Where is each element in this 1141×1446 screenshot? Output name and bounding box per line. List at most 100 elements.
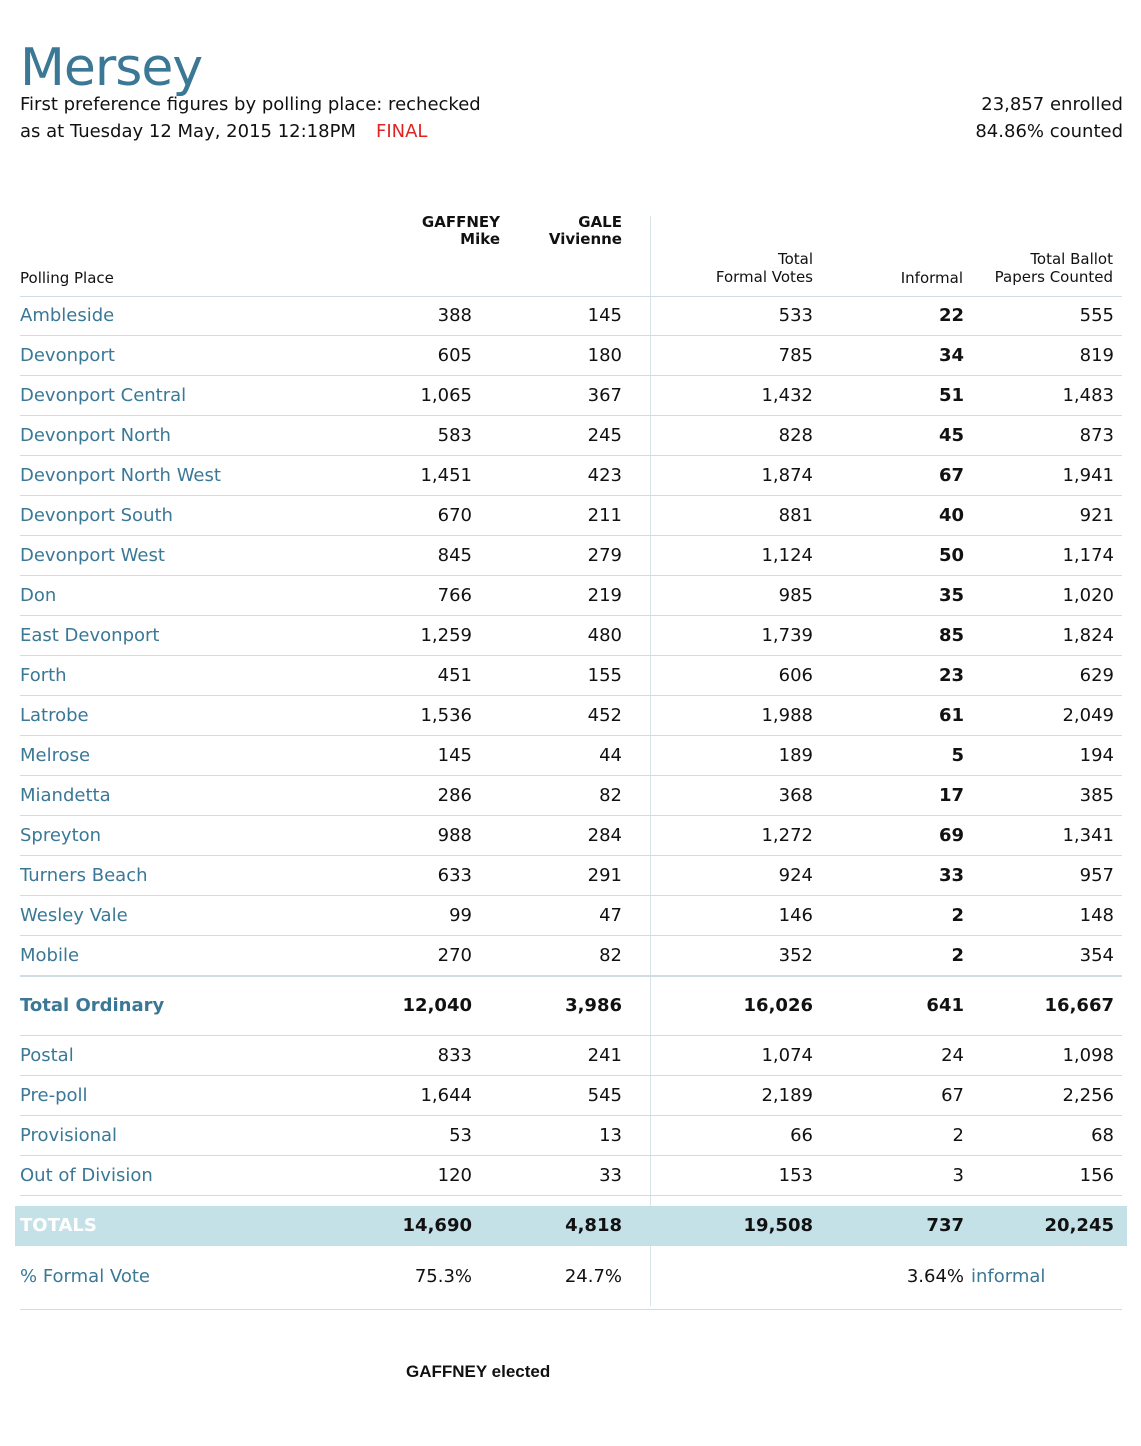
- table-row: Devonport West 845 279 1,124 50 1,174: [20, 536, 1122, 576]
- totals-total: 20,245: [1044, 1215, 1114, 1236]
- as-at-text: as at Tuesday 12 May, 2015 12:18PM: [20, 121, 356, 142]
- polling-place-link[interactable]: Turners Beach: [20, 856, 148, 895]
- table-row: Out of Division 120 33 153 3 156: [20, 1156, 1122, 1196]
- informal-votes: 2: [952, 1125, 964, 1146]
- polling-place-link[interactable]: Miandetta: [20, 776, 111, 815]
- gale-votes: 211: [587, 505, 622, 526]
- polling-place-link[interactable]: Devonport South: [20, 496, 173, 535]
- gaffney-votes: 605: [437, 345, 472, 366]
- informal-votes: 24: [941, 1045, 964, 1066]
- header-gaffney-first: Mike: [460, 230, 500, 248]
- total-ballots: 354: [1079, 945, 1114, 966]
- total-ballots: 2,256: [1062, 1085, 1114, 1106]
- informal-votes: 2: [951, 945, 964, 966]
- polling-place-link[interactable]: East Devonport: [20, 616, 159, 655]
- formal-votes: 368: [778, 785, 813, 806]
- total-ballots: 385: [1079, 785, 1114, 806]
- polling-place-link[interactable]: Out of Division: [20, 1156, 153, 1195]
- informal-votes: 5: [951, 745, 964, 766]
- polling-place-link[interactable]: Spreyton: [20, 816, 101, 855]
- table-row: Don 766 219 985 35 1,020: [20, 576, 1122, 616]
- polling-place-link[interactable]: Don: [20, 576, 56, 615]
- final-status: FINAL: [375, 121, 428, 142]
- informal-votes: 67: [938, 465, 964, 486]
- polling-place-link[interactable]: Devonport Central: [20, 376, 186, 415]
- informal-votes: 51: [938, 385, 964, 406]
- table-row: Turners Beach 633 291 924 33 957: [20, 856, 1122, 896]
- polling-place-link[interactable]: Provisional: [20, 1116, 117, 1155]
- gaffney-votes: 670: [437, 505, 472, 526]
- header-gaffney-surname: GAFFNEY: [421, 213, 500, 231]
- polling-place-link[interactable]: Melrose: [20, 736, 90, 775]
- polling-place-link[interactable]: Pre-poll: [20, 1076, 88, 1115]
- total-ballots: 921: [1079, 505, 1114, 526]
- header-candidate-gaffney: GAFFNEY Mike: [422, 214, 500, 248]
- formal-vote-label: % Formal Vote: [20, 1266, 150, 1287]
- table-row: Devonport North West 1,451 423 1,874 67 1,941: [20, 456, 1122, 496]
- total-ordinary-total: 16,667: [1044, 995, 1114, 1016]
- polling-place-link[interactable]: Mobile: [20, 936, 79, 975]
- total-ballots: 68: [1091, 1125, 1114, 1146]
- gale-votes: 155: [587, 665, 622, 686]
- informal-votes: 45: [938, 425, 964, 446]
- informal-votes: 34: [938, 345, 964, 366]
- table-row: Devonport 605 180 785 34 819: [20, 336, 1122, 376]
- totals-informal: 737: [926, 1215, 964, 1236]
- formal-votes: 1,074: [761, 1045, 813, 1066]
- table-row: Provisional 53 13 66 2 68: [20, 1116, 1122, 1156]
- polling-place-link[interactable]: Devonport North: [20, 416, 171, 455]
- formal-votes: 606: [778, 665, 813, 686]
- informal-votes: 17: [938, 785, 964, 806]
- header-total-formal: Total Formal Votes: [716, 250, 813, 286]
- informal-percent: 3.64%: [906, 1266, 964, 1287]
- totals-gale: 4,818: [565, 1215, 622, 1236]
- gale-votes: 47: [599, 905, 622, 926]
- polling-place-link[interactable]: Devonport North West: [20, 456, 221, 495]
- gale-votes: 423: [587, 465, 622, 486]
- gale-votes: 13: [599, 1125, 622, 1146]
- header-total-line1: Total: [777, 250, 813, 268]
- totals-row: TOTALS 14,690 4,818 19,508 737 20,245: [15, 1206, 1127, 1246]
- gaffney-votes: 451: [437, 665, 472, 686]
- table-row: Devonport South 670 211 881 40 921: [20, 496, 1122, 536]
- formal-votes: 881: [778, 505, 813, 526]
- polling-place-link[interactable]: Ambleside: [20, 296, 114, 335]
- informal-votes: 67: [941, 1085, 964, 1106]
- informal-votes: 23: [938, 665, 964, 686]
- page-subtitle: First preference figures by polling plac…: [20, 94, 481, 115]
- table-row: East Devonport 1,259 480 1,739 85 1,824: [20, 616, 1122, 656]
- gale-votes: 82: [599, 945, 622, 966]
- polling-place-link[interactable]: Devonport: [20, 336, 115, 375]
- gaffney-votes: 120: [437, 1165, 472, 1186]
- header-total-ballot: Total Ballot Papers Counted: [995, 250, 1113, 286]
- polling-place-link[interactable]: Latrobe: [20, 696, 89, 735]
- totals-label: TOTALS: [20, 1215, 97, 1236]
- informal-votes: 50: [938, 545, 964, 566]
- gale-votes: 44: [599, 745, 622, 766]
- gaffney-votes: 1,259: [420, 625, 472, 646]
- gale-votes: 291: [587, 865, 622, 886]
- total-ballots: 1,020: [1062, 585, 1114, 606]
- gale-votes: 245: [587, 425, 622, 446]
- polling-place-link[interactable]: Wesley Vale: [20, 896, 128, 935]
- polling-place-link[interactable]: Devonport West: [20, 536, 165, 575]
- informal-votes: 22: [938, 305, 964, 326]
- formal-votes: 828: [778, 425, 813, 446]
- formal-votes: 785: [778, 345, 813, 366]
- total-ballots: 957: [1079, 865, 1114, 886]
- table-row: Latrobe 1,536 452 1,988 61 2,049: [20, 696, 1122, 736]
- formal-votes: 1,272: [761, 825, 813, 846]
- table-header: Polling Place GAFFNEY Mike GALE Vivienne…: [20, 210, 1122, 297]
- counted-percent: 84.86% counted: [975, 121, 1123, 142]
- formal-votes: 1,432: [761, 385, 813, 406]
- polling-place-link[interactable]: Postal: [20, 1036, 74, 1075]
- polling-place-link[interactable]: Forth: [20, 656, 67, 695]
- total-ballots: 1,824: [1062, 625, 1114, 646]
- gaffney-votes: 388: [437, 305, 472, 326]
- formal-votes: 66: [790, 1125, 813, 1146]
- table-row: Pre-poll 1,644 545 2,189 67 2,256: [20, 1076, 1122, 1116]
- total-ordinary-row: Total Ordinary 12,040 3,986 16,026 641 1…: [20, 976, 1122, 1036]
- gaffney-votes: 833: [437, 1045, 472, 1066]
- informal-label: informal: [971, 1266, 1046, 1287]
- gale-votes: 33: [599, 1165, 622, 1186]
